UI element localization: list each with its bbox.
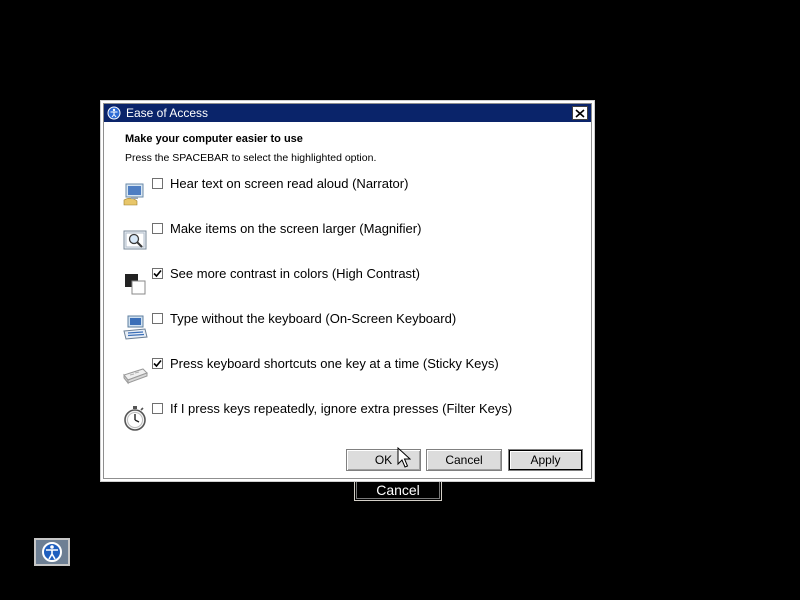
narrator-checkbox[interactable] xyxy=(152,178,163,189)
narrator-icon xyxy=(123,183,144,206)
option-sticky-keys[interactable]: Press keyboard shortcuts one key at a ti… xyxy=(123,356,563,390)
magnifier-checkbox[interactable] xyxy=(152,223,163,234)
filter-keys-checkbox[interactable] xyxy=(152,403,163,414)
ease-of-access-dialog: Ease of Access Make your computer easier… xyxy=(100,100,595,482)
narrator-label: Hear text on screen read aloud (Narrator… xyxy=(170,176,409,191)
sticky-keys-label: Press keyboard shortcuts one key at a ti… xyxy=(170,356,499,371)
on-screen-keyboard-checkbox[interactable] xyxy=(152,313,163,324)
option-on-screen-keyboard[interactable]: Type without the keyboard (On-Screen Key… xyxy=(123,311,563,345)
dialog-instructions: Press the SPACEBAR to select the highlig… xyxy=(125,152,377,164)
option-high-contrast[interactable]: See more contrast in colors (High Contra… xyxy=(123,266,563,300)
dialog-title: Ease of Access xyxy=(126,106,209,120)
filter-keys-icon xyxy=(124,406,146,431)
sticky-keys-icon xyxy=(123,368,148,385)
close-button[interactable] xyxy=(572,106,588,120)
high-contrast-label: See more contrast in colors (High Contra… xyxy=(170,266,420,281)
sticky-keys-checkbox[interactable] xyxy=(152,358,163,369)
high-contrast-checkbox[interactable] xyxy=(152,268,163,279)
title-bar: Ease of Access xyxy=(104,104,591,122)
option-narrator[interactable]: Hear text on screen read aloud (Narrator… xyxy=(123,176,563,210)
high-contrast-icon xyxy=(125,274,146,295)
filter-keys-label: If I press keys repeatedly, ignore extra… xyxy=(170,401,513,416)
mouse-cursor-icon xyxy=(397,447,411,468)
checkmark-icon xyxy=(153,269,162,278)
on-screen-keyboard-label: Type without the keyboard (On-Screen Key… xyxy=(170,311,457,326)
close-icon xyxy=(575,108,585,118)
apply-button[interactable]: Apply xyxy=(508,449,583,471)
ease-of-access-button[interactable] xyxy=(34,538,70,566)
keyboard-icon xyxy=(123,315,148,340)
dialog-heading: Make your computer easier to use xyxy=(125,133,303,145)
option-filter-keys[interactable]: If I press keys repeatedly, ignore extra… xyxy=(123,401,563,435)
checkmark-icon xyxy=(153,359,162,368)
magnifier-label: Make items on the screen larger (Magnifi… xyxy=(170,221,422,236)
ease-of-access-icon xyxy=(42,542,62,562)
magnifier-icon xyxy=(123,230,147,250)
ease-of-access-icon xyxy=(107,106,121,120)
option-magnifier[interactable]: Make items on the screen larger (Magnifi… xyxy=(123,221,563,255)
cancel-button[interactable]: Cancel xyxy=(426,449,502,471)
